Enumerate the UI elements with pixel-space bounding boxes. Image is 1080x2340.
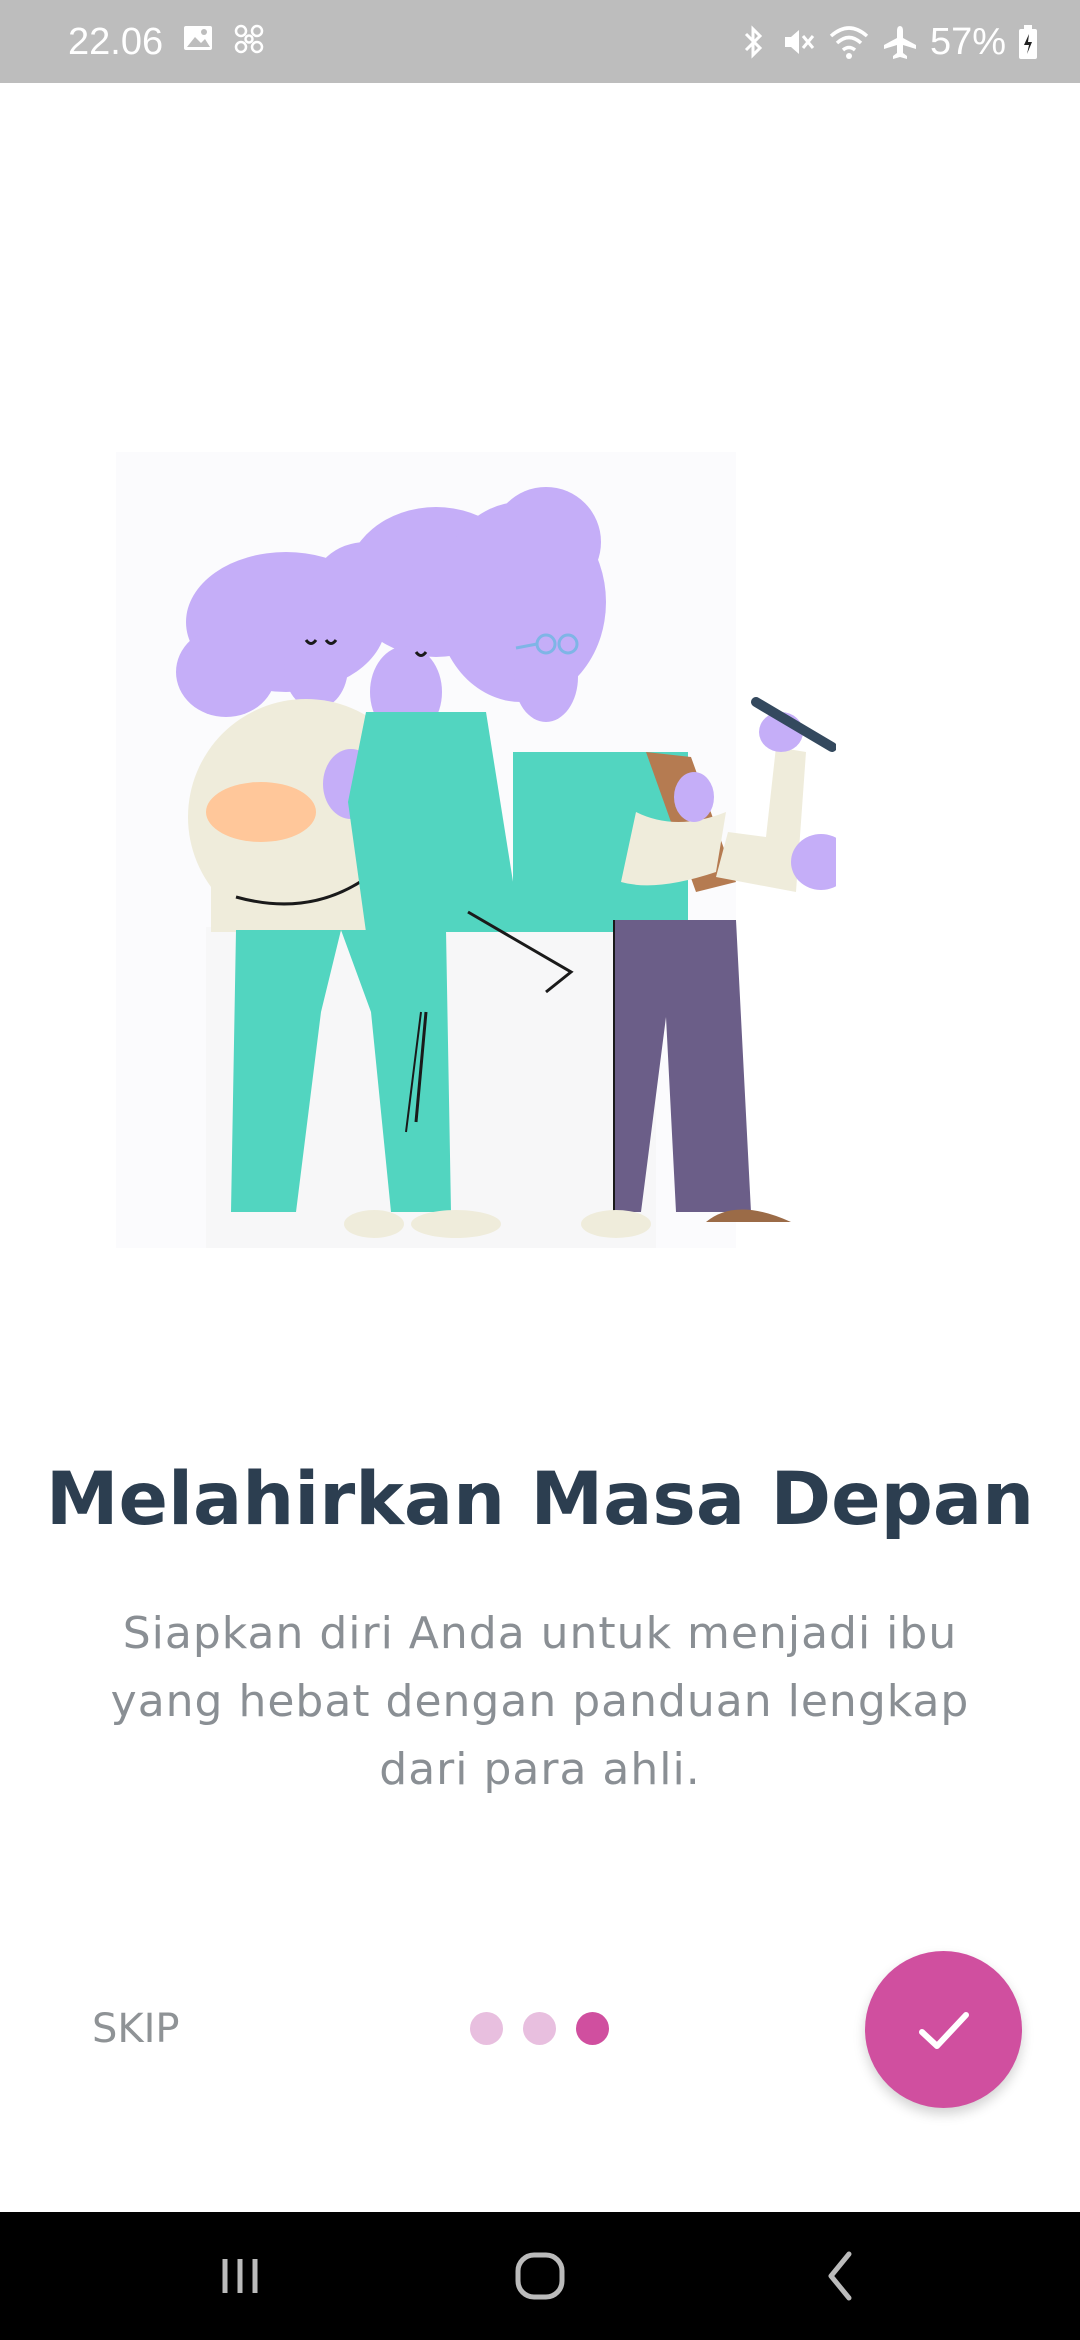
status-bar: 22.06 57% (0, 0, 1080, 83)
page-description: Siapkan diri Anda untuk menjadi ibu yang… (110, 1608, 970, 1795)
recents-icon (222, 2259, 258, 2293)
mute-icon (784, 30, 815, 54)
home-button[interactable] (440, 2212, 640, 2340)
medical-team-illustration (116, 452, 836, 1248)
check-icon (918, 2011, 969, 2049)
recents-button[interactable] (140, 2212, 340, 2340)
bluetooth-icon (744, 25, 763, 59)
home-icon (515, 2252, 565, 2300)
back-icon (828, 2251, 852, 2301)
fan-icon (234, 24, 264, 54)
status-time: 22.06 (68, 21, 164, 63)
back-button[interactable] (740, 2212, 940, 2340)
page-dot-1[interactable] (470, 2012, 503, 2045)
airplane-icon (883, 26, 916, 59)
status-right-icons: 57% (738, 18, 1038, 66)
image-icon (184, 26, 212, 50)
page-dot-3-active[interactable] (576, 2012, 609, 2045)
battery-percent: 57% (929, 21, 1006, 63)
status-left-icons (182, 22, 266, 56)
page-title: Melahirkan Masa Depan (45, 1457, 1035, 1542)
battery-icon (1019, 25, 1037, 59)
navigation-bar (0, 2212, 1080, 2340)
page-dot-2[interactable] (523, 2012, 556, 2045)
finish-button[interactable] (865, 1951, 1022, 2108)
skip-button[interactable]: SKIP (92, 2004, 180, 2054)
page-indicator (470, 2012, 609, 2045)
wifi-icon (829, 26, 869, 59)
